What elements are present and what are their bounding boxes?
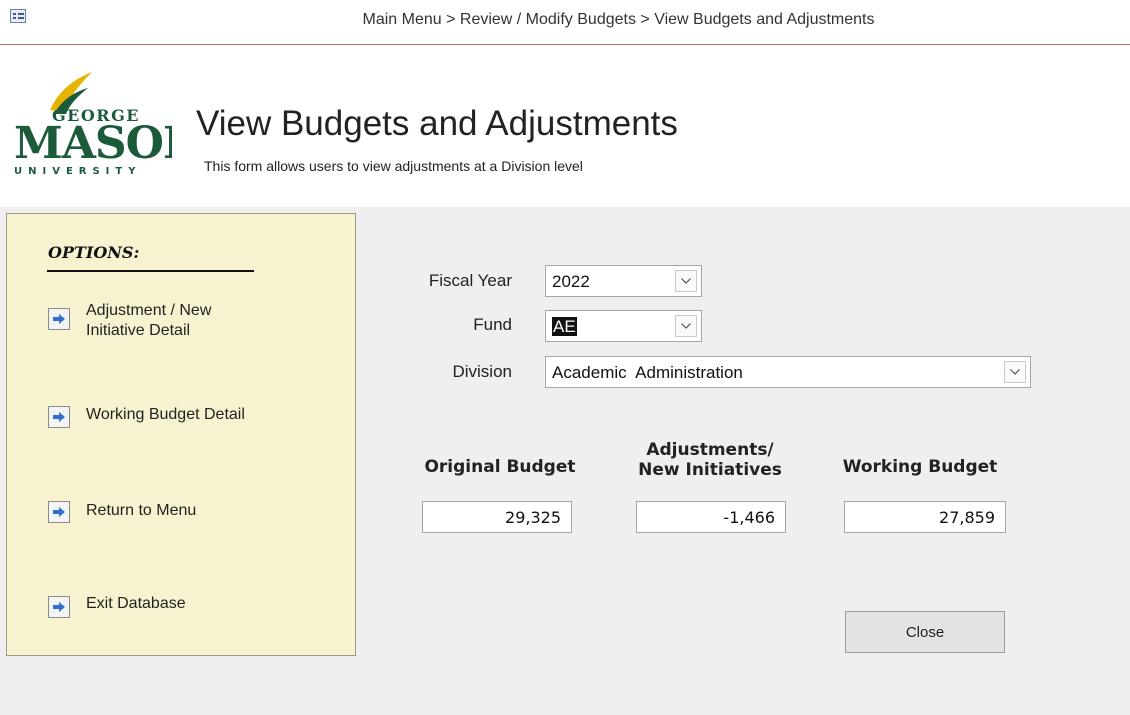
working-budget-detail-button[interactable] <box>48 406 70 428</box>
options-panel <box>6 213 356 656</box>
fund-select[interactable]: AE <box>545 310 702 342</box>
fund-value: AE <box>552 317 577 336</box>
adjustments-value[interactable]: -1,466 <box>636 501 786 533</box>
original-budget-value[interactable]: 29,325 <box>422 501 572 533</box>
arrow-right-icon <box>53 314 65 324</box>
division-select[interactable]: Academic Administration <box>545 356 1031 388</box>
adjustment-detail-button[interactable] <box>48 308 70 330</box>
options-heading: OPTIONS: <box>48 243 140 262</box>
close-button[interactable]: Close <box>845 611 1005 653</box>
exit-database-button[interactable] <box>48 596 70 618</box>
working-budget-detail-label: Working Budget Detail <box>86 406 245 423</box>
division-value: Academic Administration <box>552 363 743 382</box>
title-divider <box>0 44 1130 45</box>
svg-text:UNIVERSITY: UNIVERSITY <box>14 166 141 177</box>
university-logo: GEORGE MASON UNIVERSITY <box>12 70 203 180</box>
fiscal-year-select[interactable]: 2022 <box>545 265 702 297</box>
fiscal-year-label: Fiscal Year <box>428 271 512 290</box>
svg-text:MASON: MASON <box>14 118 172 169</box>
options-divider <box>47 270 254 272</box>
working-budget-heading: Working Budget <box>842 457 998 477</box>
breadcrumb: Main Menu > Review / Modify Budgets > Vi… <box>362 11 875 28</box>
original-budget-heading: Original Budget <box>424 457 576 477</box>
page-title: View Budgets and Adjustments <box>196 104 678 143</box>
fiscal-year-value: 2022 <box>552 272 590 291</box>
return-to-menu-label: Return to Menu <box>86 502 197 519</box>
arrow-right-icon <box>53 507 65 517</box>
adjustment-detail-label: Adjustment / New Initiative Detail <box>86 302 212 339</box>
return-to-menu-button[interactable] <box>48 501 70 523</box>
fund-label: Fund <box>473 315 512 334</box>
chevron-down-icon[interactable] <box>1004 361 1026 383</box>
arrow-right-icon <box>53 412 65 422</box>
chevron-down-icon[interactable] <box>675 315 697 337</box>
page-subtitle: This form allows users to view adjustmen… <box>204 158 583 174</box>
division-label: Division <box>452 362 512 381</box>
arrow-right-icon <box>53 602 65 612</box>
chevron-down-icon[interactable] <box>675 270 697 292</box>
working-budget-value[interactable]: 27,859 <box>844 501 1006 533</box>
exit-database-label: Exit Database <box>86 595 186 612</box>
adjustments-heading: Adjustments/ New Initiatives <box>638 440 782 480</box>
